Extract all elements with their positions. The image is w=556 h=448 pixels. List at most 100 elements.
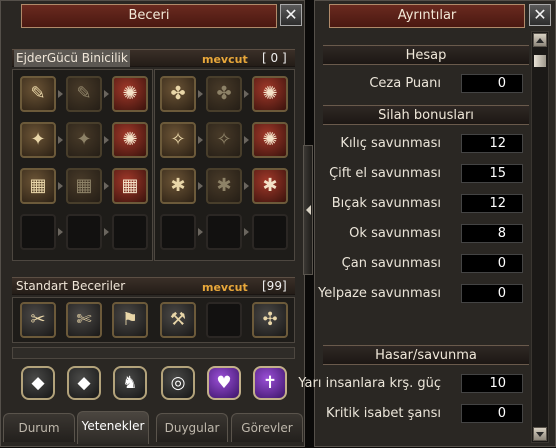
close-icon: ✕: [284, 5, 298, 24]
skills-window-title: Beceri: [21, 4, 277, 28]
empty-skill-slot[interactable]: [252, 214, 288, 250]
empty-skill-slot[interactable]: [206, 302, 242, 338]
stat-label: Kritik isabet şansı: [325, 406, 441, 421]
skill-icon: ◆: [77, 373, 91, 393]
bottom-skill-slot[interactable]: ♞: [113, 366, 147, 400]
skill-slot[interactable]: ▦: [66, 168, 102, 204]
stat-value: 8: [461, 224, 523, 243]
stat-label: Yelpaze savunması: [318, 286, 441, 301]
skill-chain-arrow: [58, 90, 63, 98]
bottom-skill-slot[interactable]: ◆: [67, 366, 101, 400]
skill-icon: ◆: [31, 373, 45, 393]
scroll-up-button[interactable]: [533, 33, 547, 47]
skill-icon: ✺: [262, 83, 278, 104]
standard-skill-slot[interactable]: ✣: [252, 302, 288, 338]
panel-collapse-handle[interactable]: [303, 145, 313, 275]
skill-slot[interactable]: ✤: [206, 76, 242, 112]
stat-value: 0: [461, 284, 523, 303]
skill-icon: ✤: [170, 83, 186, 104]
skill-chain-arrow: [244, 136, 249, 144]
standard-skill-slot[interactable]: ✄: [66, 302, 102, 338]
stat-label: Çan savunması: [341, 256, 441, 271]
skill-chain-arrow: [198, 136, 203, 144]
scroll-down-button[interactable]: [533, 427, 547, 441]
skill-slot[interactable]: ✱: [252, 168, 288, 204]
skill-chain-arrow: [104, 136, 109, 144]
skill-icon: ✧: [216, 129, 232, 150]
details-scrollbar[interactable]: [531, 31, 549, 443]
scroll-thumb[interactable]: [534, 55, 546, 67]
bottom-skill-slot[interactable]: ◎: [161, 366, 195, 400]
skill-slot[interactable]: ✱: [160, 168, 196, 204]
empty-skill-slot[interactable]: [206, 214, 242, 250]
hasar-header: Hasar/savunma: [323, 345, 529, 365]
skill-icon: ✄: [76, 309, 92, 330]
stat-value: 12: [461, 194, 523, 213]
skills-close-button[interactable]: ✕: [280, 4, 302, 26]
skill-group-name: EjderGücü Binicilik: [14, 50, 130, 67]
skill-slot[interactable]: ✺: [252, 76, 288, 112]
stat-row: Kritik isabet şansı 0: [323, 404, 529, 424]
stat-row: Yelpaze savunması 0: [318, 284, 529, 304]
skill-slot[interactable]: ✤: [160, 76, 196, 112]
empty-skill-slot[interactable]: [66, 214, 102, 250]
bottom-skill-slot[interactable]: ✝: [253, 366, 287, 400]
standard-available-label: mevcut: [202, 281, 248, 294]
standard-available-value: [99]: [262, 279, 287, 293]
skill-icon: ✱: [170, 175, 186, 196]
stat-label: Ok savunması: [349, 226, 441, 241]
skill-slot[interactable]: ✺: [112, 76, 148, 112]
skill-icon: ⚑: [121, 309, 139, 330]
skill-slot[interactable]: ✦: [66, 122, 102, 158]
details-window-title: Ayrıntılar: [329, 4, 525, 28]
skill-slot[interactable]: ✱: [206, 168, 242, 204]
skill-slot[interactable]: ✧: [206, 122, 242, 158]
hesap-header: Hesap: [323, 45, 529, 65]
standard-skill-slot[interactable]: ✂: [20, 302, 56, 338]
skill-icon: ✺: [122, 83, 138, 104]
standard-skill-slot[interactable]: ⚒: [160, 302, 196, 338]
stat-value: 0: [461, 74, 523, 93]
skill-icon: ✱: [216, 175, 232, 196]
close-icon: ✕: [533, 5, 547, 24]
details-window: Ayrıntılar ✕ Hesap Ceza Puanı 0 Silah bo…: [298, 0, 556, 447]
standard-skill-slot[interactable]: ⚑: [112, 302, 148, 338]
bottom-skill-slot[interactable]: ◆: [21, 366, 55, 400]
tab-gorevler[interactable]: Görevler: [231, 413, 303, 442]
stat-value: 12: [461, 134, 523, 153]
tab-durum[interactable]: Durum: [3, 413, 75, 442]
skill-chain-arrow: [198, 90, 203, 98]
empty-skill-slot[interactable]: [20, 214, 56, 250]
skill-slot[interactable]: ▦: [112, 168, 148, 204]
empty-skill-slot[interactable]: [112, 214, 148, 250]
bottom-skill-slot[interactable]: ♥: [207, 366, 241, 400]
skill-slot[interactable]: ▦: [20, 168, 56, 204]
tab-yetenekler[interactable]: Yetenekler: [77, 411, 149, 444]
skill-chain-arrow: [104, 228, 109, 236]
skill-slot[interactable]: ✧: [160, 122, 196, 158]
standard-skill-header: Standart Beceriler mevcut [99]: [12, 277, 295, 295]
tab-duygular[interactable]: Duygular: [156, 413, 228, 442]
empty-skill-slot[interactable]: [160, 214, 196, 250]
skill-slot[interactable]: ✦: [20, 122, 56, 158]
stat-row: Kılıç savunması 12: [323, 134, 529, 154]
skill-chain-arrow: [244, 228, 249, 236]
details-close-button[interactable]: ✕: [529, 4, 551, 26]
stat-value: 0: [461, 254, 523, 273]
skill-icon: ✣: [262, 309, 278, 330]
skill-chain-arrow: [58, 228, 63, 236]
skill-slot[interactable]: ✺: [252, 122, 288, 158]
skill-icon: ✂: [30, 309, 46, 330]
skill-icon: ✱: [262, 175, 278, 196]
skill-icon: ✤: [216, 83, 232, 104]
skill-slot[interactable]: ✺: [112, 122, 148, 158]
skill-icon: ✎: [76, 83, 92, 104]
skill-icon: ✧: [170, 129, 186, 150]
stat-row: Ok savunması 8: [323, 224, 529, 244]
skill-chain-arrow: [58, 182, 63, 190]
skill-chain-arrow: [104, 182, 109, 190]
skill-slot[interactable]: ✎: [20, 76, 56, 112]
skill-slot[interactable]: ✎: [66, 76, 102, 112]
skill-icon: ⚒: [169, 309, 187, 330]
standard-skill-group-name: Standart Beceriler: [16, 279, 126, 293]
